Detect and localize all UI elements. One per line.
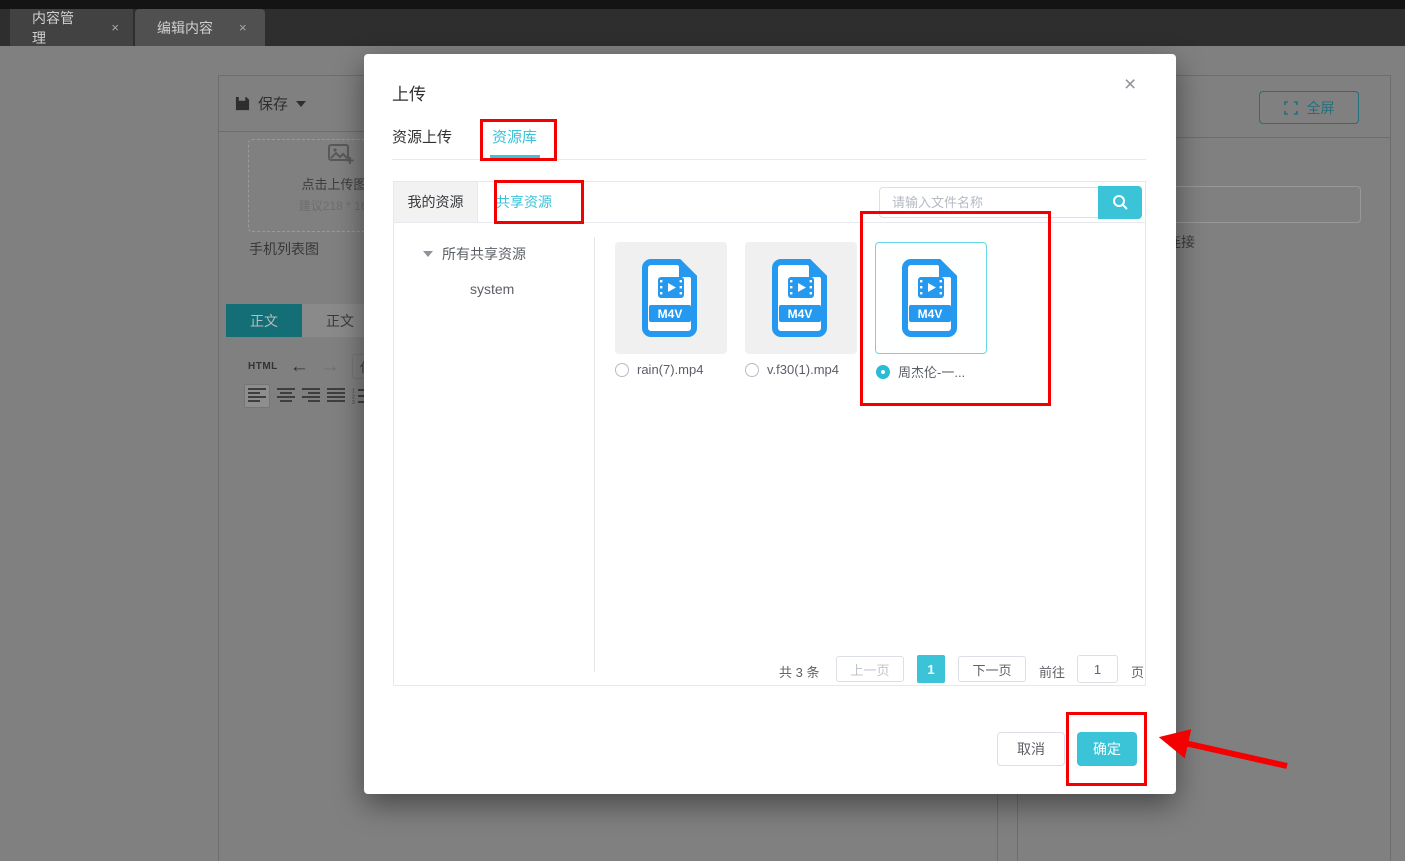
next-page-button[interactable]: 下一页 [958, 656, 1026, 682]
file-card-selected[interactable]: M4V [875, 242, 987, 354]
file-option[interactable]: rain(7).mp4 [615, 362, 703, 377]
caret-down-icon [296, 100, 307, 107]
current-page-button[interactable]: 1 [917, 655, 945, 683]
pagination: 共 3 条 上一页 1 下一页 前往 页 [394, 655, 1145, 683]
total-count-label: 共 3 条 [779, 665, 820, 680]
app-tab-bar: 内容管理 × 编辑内容 × [0, 9, 1405, 46]
close-icon[interactable]: × [111, 20, 119, 35]
file-option-selected[interactable]: 周杰伦-一... [876, 362, 965, 381]
radio-button[interactable] [615, 362, 629, 377]
window-top-strip [0, 0, 1405, 9]
fullscreen-icon [1283, 100, 1298, 115]
save-button[interactable]: 保存 [235, 93, 307, 114]
tab-resource-library[interactable]: 资源库 [492, 126, 537, 147]
html-mode-button[interactable]: HTML [248, 361, 278, 372]
app-tab-edit-content[interactable]: 编辑内容 × [135, 9, 265, 46]
screen: 内容管理 × 编辑内容 × 保存 点击上传图片 建议218 * 160P 手机列… [0, 0, 1405, 861]
align-justify-icon[interactable] [327, 388, 345, 404]
radio-button[interactable] [745, 362, 759, 377]
m4v-file-icon: M4V [772, 259, 827, 337]
fullscreen-button[interactable]: 全屏 [1259, 91, 1359, 124]
m4v-file-icon: M4V [642, 259, 697, 337]
file-name: v.f30(1).mp4 [767, 362, 840, 377]
subtab-my-resources[interactable]: 我的资源 [394, 182, 478, 222]
svg-text:3: 3 [352, 400, 355, 404]
align-right-icon[interactable] [302, 388, 320, 404]
caret-down-icon [423, 251, 433, 257]
save-label: 保存 [258, 96, 289, 113]
fullscreen-label: 全屏 [1306, 99, 1335, 116]
close-icon[interactable]: × [1124, 74, 1136, 95]
subtab-shared-resources[interactable]: 共享资源 [496, 182, 552, 222]
upload-dialog: 上传 × 资源上传 资源库 我的资源 共享资源 所有共享资源 [364, 54, 1176, 794]
file-card[interactable]: M4V [615, 242, 727, 354]
page-unit-label: 页 [1131, 665, 1145, 680]
tree-node-label: 所有共享资源 [442, 246, 526, 262]
file-card[interactable]: M4V [745, 242, 857, 354]
svg-text:M4V: M4V [918, 307, 943, 321]
library-content-box: 我的资源 共享资源 所有共享资源 system [393, 181, 1146, 686]
prev-page-button[interactable]: 上一页 [836, 656, 904, 682]
search-icon [1112, 195, 1128, 210]
app-tab-label: 内容管理 [32, 9, 74, 46]
svg-text:M4V: M4V [788, 307, 813, 321]
close-icon[interactable]: × [239, 20, 247, 35]
dialog-title: 上传 [392, 85, 426, 104]
file-name: 周杰伦-一... [898, 365, 966, 380]
library-subtab-bar: 我的资源 共享资源 [394, 182, 1145, 223]
align-left-icon[interactable] [244, 384, 270, 408]
tree-node-system[interactable]: system [470, 281, 526, 297]
file-option[interactable]: v.f30(1).mp4 [745, 362, 839, 377]
app-tab-label: 编辑内容 [157, 19, 213, 36]
editor-tabs: 正文 正文 [226, 304, 378, 337]
cancel-button[interactable]: 取消 [997, 732, 1065, 766]
tree-node-all-shared[interactable]: 所有共享资源 [423, 244, 526, 264]
align-center-icon[interactable] [277, 388, 295, 404]
richtext-toolbar-row2: 123 [244, 384, 370, 408]
tab-resource-upload[interactable]: 资源上传 [392, 126, 452, 147]
app-tab-content-management[interactable]: 内容管理 × [10, 9, 133, 46]
tab-divider [392, 159, 1146, 160]
file-name: rain(7).mp4 [637, 362, 704, 377]
save-icon [235, 96, 250, 111]
undo-icon[interactable]: ← [290, 357, 309, 376]
resource-tree: 所有共享资源 system [423, 244, 526, 297]
active-tab-underline [490, 155, 540, 158]
search-button[interactable] [1098, 186, 1142, 219]
goto-label: 前往 [1039, 665, 1066, 680]
field-caption: 手机列表图 [249, 241, 319, 257]
goto-page-input[interactable] [1077, 655, 1118, 683]
redo-icon[interactable]: → [321, 357, 340, 376]
svg-text:M4V: M4V [658, 307, 683, 321]
confirm-button[interactable]: 确定 [1077, 732, 1137, 766]
radio-button[interactable] [876, 364, 890, 379]
tree-divider [594, 237, 595, 672]
m4v-file-icon: M4V [902, 259, 957, 337]
search-input[interactable] [879, 187, 1098, 218]
tab-body-text[interactable]: 正文 [226, 304, 302, 337]
